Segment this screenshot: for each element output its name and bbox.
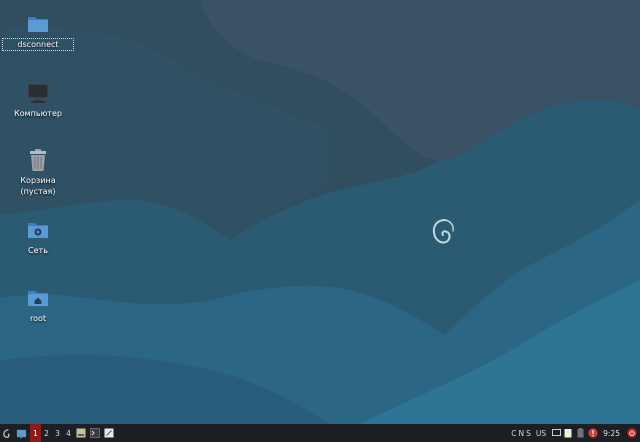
start-menu-icon — [2, 428, 10, 438]
display-icon — [551, 429, 561, 436]
desktop-icon-dsconnect[interactable]: dsconnect — [2, 12, 74, 51]
keyboard-layout[interactable]: US — [532, 429, 550, 438]
desktop-icon-label: Корзина (пустая) — [20, 176, 56, 196]
clipboard-icon — [564, 429, 572, 438]
taskbar: 1 2 3 4 C N S US 9:25 — [0, 424, 640, 442]
desktop-icon-label: root — [29, 314, 47, 323]
alert-button[interactable] — [586, 424, 599, 442]
network-folder-icon — [28, 223, 48, 238]
folder-icon — [28, 17, 48, 32]
clock[interactable]: 9:25 — [599, 429, 624, 438]
desktop-icon-root[interactable]: root — [3, 286, 73, 324]
desktop-icon-computer[interactable]: Компьютер — [3, 81, 73, 119]
trash-icon — [30, 149, 46, 171]
desktop-icon-label: Сеть — [28, 246, 48, 255]
battery-icon — [577, 428, 584, 438]
workspace-2[interactable]: 2 — [41, 424, 52, 442]
text-editor-icon — [104, 428, 114, 438]
wallpaper — [0, 0, 640, 424]
start-menu-button[interactable] — [0, 424, 14, 442]
desktop-icon-label: Компьютер — [14, 109, 62, 118]
home-folder-icon — [28, 291, 48, 306]
clipboard-button[interactable] — [562, 424, 574, 442]
battery-button[interactable] — [574, 424, 586, 442]
power-button[interactable] — [624, 424, 640, 442]
alert-icon — [588, 428, 598, 438]
desktop-icon-network[interactable]: Сеть — [3, 218, 73, 256]
task-terminal[interactable] — [88, 424, 102, 442]
num-lock-indicator: N — [518, 428, 525, 438]
terminal-icon — [90, 428, 100, 438]
file-manager-icon — [16, 429, 26, 439]
desktop[interactable]: dsconnect Компьютер Корзина (пустая) Сет… — [0, 0, 640, 424]
display-button[interactable] — [550, 424, 562, 442]
scroll-lock-indicator: S — [526, 428, 531, 438]
caps-lock-indicator: C — [511, 428, 517, 438]
workspace-1[interactable]: 1 — [30, 424, 41, 442]
workspace-4[interactable]: 4 — [63, 424, 74, 442]
file-manager-launcher[interactable] — [14, 424, 28, 442]
debian-swirl-logo — [432, 219, 454, 244]
desktop-icon-label: dsconnect — [2, 38, 74, 51]
computer-icon — [27, 83, 49, 103]
workspace-3[interactable]: 3 — [52, 424, 63, 442]
power-icon — [627, 428, 637, 438]
disk-app-icon — [76, 428, 86, 438]
task-disk-app[interactable] — [74, 424, 88, 442]
desktop-icon-trash[interactable]: Корзина (пустая) — [3, 148, 73, 197]
task-text-editor[interactable] — [102, 424, 116, 442]
